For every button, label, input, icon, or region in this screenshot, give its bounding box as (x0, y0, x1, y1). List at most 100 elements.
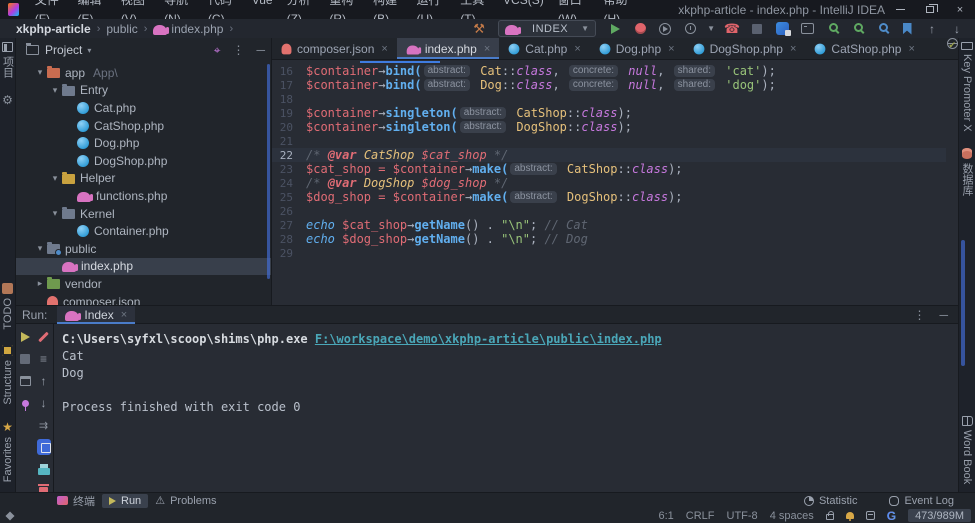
code-line-16[interactable]: 16$container→bind(abstract: Cat::class, … (272, 64, 946, 78)
code-line-27[interactable]: 27echo $cat_shop→getName() . "\n"; // Ca… (272, 218, 946, 232)
run-panel-hide-icon[interactable]: ─ (939, 308, 948, 322)
lock-icon[interactable] (826, 514, 834, 520)
tab-dogshop-php[interactable]: DogShop.php× (684, 38, 806, 59)
soft-wrap-button[interactable]: ≡ (37, 352, 51, 366)
close-icon[interactable]: × (121, 309, 127, 321)
navigate-down-icon[interactable]: ↓ (949, 21, 965, 37)
code-line-19[interactable]: 19$container→singleton(abstract: CatShop… (272, 106, 946, 120)
pin-tab-button[interactable] (18, 396, 32, 410)
terminal-toolwindow-button[interactable]: 终端 (50, 494, 102, 508)
code-line-25[interactable]: 25$dog_shop = $container→make(abstract: … (272, 190, 946, 204)
tool-stripe-key-promoter-x[interactable]: Key Promoter X (961, 42, 973, 132)
tool-stripe-word-book[interactable]: Word Book (961, 416, 973, 484)
statistic-button[interactable]: Statistic (797, 494, 865, 508)
tree-item-catshop-php[interactable]: CatShop.php (16, 117, 271, 135)
run-with-coverage-button[interactable] (657, 21, 673, 37)
code-line-28[interactable]: 28echo $dog_shop→getName() . "\n"; // Do… (272, 232, 946, 246)
run-configuration-select[interactable]: INDEX ▼ (498, 20, 596, 37)
breadcrumb-item-public[interactable]: public (106, 22, 137, 36)
tab-dog-php[interactable]: Dog.php× (590, 38, 684, 59)
file-encoding[interactable]: UTF-8 (727, 510, 758, 522)
code-line-23[interactable]: 23$cat_shop = $container→make(abstract: … (272, 162, 946, 176)
indent-setting[interactable]: 4 spaces (770, 510, 814, 522)
tab-index-php[interactable]: index.php× (397, 38, 499, 59)
search-icon[interactable] (824, 21, 840, 37)
run-tab-index[interactable]: Index × (57, 306, 135, 324)
code-line-20[interactable]: 20$container→singleton(abstract: DogShop… (272, 120, 946, 134)
tool-stripe-favorites[interactable]: ★Favorites (2, 421, 14, 482)
event-log-button[interactable]: Event Log (882, 494, 961, 508)
code-line-26[interactable]: 26 (272, 204, 946, 218)
tool-stripe-structure[interactable]: Structure (2, 345, 14, 405)
console-file-link[interactable]: F:\workspace\demo\xkphp-article\public\i… (315, 332, 662, 346)
editor-scrollbar[interactable] (961, 240, 965, 366)
rerun-button[interactable] (18, 330, 32, 344)
tool-stripe-gear[interactable]: ⚙ (2, 94, 13, 106)
close-icon[interactable]: × (908, 43, 914, 55)
project-panel-title[interactable]: Project (45, 43, 82, 57)
toggled-console-button[interactable] (37, 440, 51, 454)
breadcrumb-item-index-php[interactable]: index.php (171, 22, 223, 36)
close-icon[interactable]: × (484, 43, 490, 55)
code-line-17[interactable]: 17$container→bind(abstract: Dog::class, … (272, 78, 946, 92)
breadcrumb-item-xkphp-article[interactable]: xkphp-article (16, 22, 91, 36)
tree-item-composer-json[interactable]: composer.json (16, 293, 271, 305)
tree-item-entry[interactable]: ▾Entry (16, 82, 271, 100)
tree-item-dogshop-php[interactable]: DogShop.php (16, 152, 271, 170)
stop-process-button[interactable] (18, 352, 32, 366)
minimize-button[interactable] (885, 0, 915, 19)
tool-stripe-todo[interactable]: TODO (2, 283, 14, 330)
inspections-ok-icon[interactable]: ✔ (948, 40, 956, 51)
scroll-to-end-button[interactable]: ⇉ (37, 418, 51, 432)
stop-button[interactable] (749, 21, 765, 37)
line-separator[interactable]: CRLF (686, 510, 715, 522)
run-console[interactable]: C:\Users\syfxl\scoop\shims\php.exe F:\wo… (54, 324, 958, 492)
tree-item-index-php[interactable]: index.php (16, 258, 271, 276)
run-toolwindow-button[interactable]: Run (102, 494, 148, 508)
locate-file-icon[interactable]: ⌖ (214, 43, 221, 58)
tree-item-functions-php[interactable]: functions.php (16, 187, 271, 205)
project-scrollbar[interactable] (267, 64, 270, 279)
navigate-up-icon[interactable]: ↑ (924, 21, 940, 37)
close-icon[interactable]: × (381, 43, 387, 55)
tree-item-container-php[interactable]: Container.php (16, 222, 271, 240)
problems-toolwindow-button[interactable]: ⚠ Problems (148, 494, 223, 508)
close-icon[interactable]: × (668, 43, 674, 55)
code-line-29[interactable]: 29 (272, 246, 946, 260)
panel-options-icon[interactable]: ⋮ (232, 43, 244, 57)
bookmark-icon[interactable] (899, 21, 915, 37)
notification-bell-icon[interactable] (846, 512, 854, 519)
close-icon[interactable]: × (574, 43, 580, 55)
find-icon[interactable] (874, 21, 890, 37)
run-button[interactable] (607, 21, 623, 37)
google-translate-icon[interactable]: G (887, 509, 896, 523)
plugin-status-icon[interactable] (866, 511, 875, 520)
memory-indicator[interactable]: 473/989M (908, 509, 971, 522)
code-line-22[interactable]: 22/* @var CatShop $cat_shop */ (272, 148, 946, 162)
tree-item-dog-php[interactable]: Dog.php (16, 134, 271, 152)
caret-position[interactable]: 6:1 (658, 510, 673, 522)
status-left-icon[interactable] (5, 511, 14, 520)
debug-button[interactable] (632, 21, 648, 37)
code-line-24[interactable]: 24/* @var DogShop $dog_shop */ (272, 176, 946, 190)
tool-stripe-项目[interactable]: 项目 (0, 42, 16, 78)
next-message-button[interactable]: ↓ (37, 396, 51, 410)
restore-button[interactable] (915, 0, 945, 19)
run-panel-options-icon[interactable]: ⋮ (913, 308, 925, 322)
tree-item-public[interactable]: ▾public (16, 240, 271, 258)
hide-panel-icon[interactable]: ─ (256, 43, 265, 57)
tree-item-vendor[interactable]: ▸vendor (16, 275, 271, 293)
search-replace-icon[interactable] (849, 21, 865, 37)
code-line-18[interactable]: 18 (272, 92, 946, 106)
project-view-chevron-icon[interactable]: ▾ (87, 46, 91, 55)
tree-item-kernel[interactable]: ▾Kernel (16, 205, 271, 223)
plugin-blue-icon[interactable] (774, 21, 790, 37)
php-debug-listen-button[interactable]: ☎ (724, 21, 740, 37)
close-button[interactable]: × (945, 0, 975, 19)
restore-layout-button[interactable] (18, 374, 32, 388)
close-icon[interactable]: × (790, 43, 796, 55)
profiler-chevron-icon[interactable]: ▼ (707, 24, 715, 33)
profiler-button[interactable] (682, 21, 698, 37)
build-hammer-icon[interactable]: ⚒ (471, 21, 487, 37)
tree-item-cat-php[interactable]: Cat.php (16, 99, 271, 117)
